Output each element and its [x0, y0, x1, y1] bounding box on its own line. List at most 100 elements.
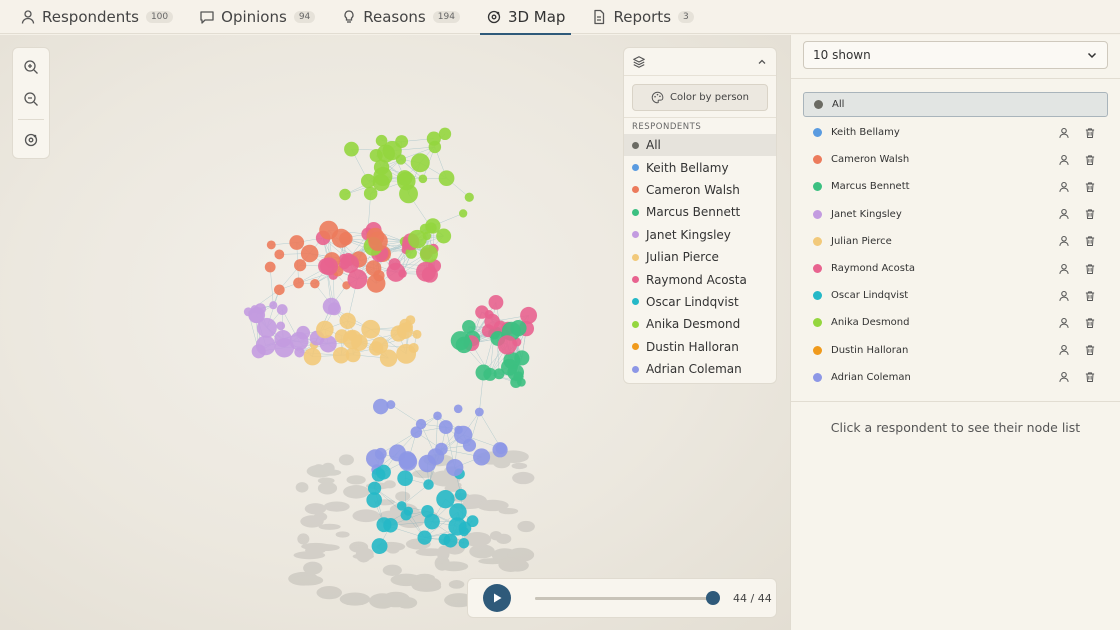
layer-panel-header[interactable]	[624, 48, 776, 76]
graph-node[interactable]	[453, 404, 463, 414]
graph-node[interactable]	[458, 537, 470, 549]
trash-icon[interactable]	[1082, 179, 1098, 195]
graph-node[interactable]	[316, 320, 334, 339]
reset-view-button[interactable]	[17, 126, 45, 153]
layer-item[interactable]: Raymond Acosta	[624, 268, 776, 290]
graph-node[interactable]	[373, 166, 393, 187]
play-button[interactable]	[483, 584, 511, 612]
graph-node[interactable]	[399, 184, 418, 204]
graph-node[interactable]	[412, 329, 422, 339]
layer-item[interactable]: Cameron Walsh	[624, 179, 776, 201]
trash-icon[interactable]	[1082, 152, 1098, 168]
person-icon[interactable]	[1056, 125, 1072, 141]
graph-node[interactable]	[503, 351, 521, 370]
graph-node[interactable]	[339, 188, 351, 201]
graph-node[interactable]	[371, 538, 388, 555]
layer-item[interactable]: Oscar Lindqvist	[624, 291, 776, 313]
graph-node[interactable]	[423, 479, 434, 490]
graph-node[interactable]	[320, 257, 338, 276]
layer-item[interactable]: Dustin Halloran	[624, 336, 776, 358]
graph-node[interactable]	[274, 284, 285, 296]
graph-node[interactable]	[382, 141, 402, 161]
graph-node[interactable]	[410, 426, 423, 438]
graph-node[interactable]	[300, 244, 319, 263]
graph-node[interactable]	[386, 262, 406, 282]
trash-icon[interactable]	[1082, 288, 1098, 304]
graph-node[interactable]	[256, 317, 277, 338]
person-icon[interactable]	[1056, 206, 1072, 222]
graph-node[interactable]	[475, 364, 492, 381]
graph-node[interactable]	[366, 274, 386, 293]
graph-node[interactable]	[453, 425, 473, 445]
trash-icon[interactable]	[1082, 125, 1098, 141]
graph-node[interactable]	[492, 442, 508, 458]
tab-reports[interactable]: Reports 3	[585, 0, 699, 34]
graph-node[interactable]	[438, 170, 455, 187]
graph-node[interactable]	[484, 313, 500, 330]
zoom-in-button[interactable]	[17, 54, 45, 81]
graph-node[interactable]	[464, 192, 474, 202]
graph-node[interactable]	[448, 517, 467, 536]
graph-node[interactable]	[455, 488, 467, 501]
trash-icon[interactable]	[1082, 369, 1098, 385]
layer-item[interactable]: Janet Kingsley	[624, 224, 776, 246]
graph-node[interactable]	[436, 490, 455, 509]
trash-icon[interactable]	[1082, 261, 1098, 277]
graph-node[interactable]	[488, 294, 504, 310]
graph-node[interactable]	[365, 449, 385, 468]
graph-node[interactable]	[274, 249, 285, 260]
person-icon[interactable]	[1056, 233, 1072, 249]
tab-opinions[interactable]: Opinions 94	[193, 0, 321, 34]
person-icon[interactable]	[1056, 261, 1072, 277]
respondent-row[interactable]: Anika Desmond	[803, 309, 1108, 336]
graph-node[interactable]	[289, 235, 305, 250]
graph-node[interactable]	[342, 329, 363, 350]
graph-node[interactable]	[410, 153, 430, 173]
graph-node[interactable]	[474, 407, 484, 417]
respondent-row[interactable]: Raymond Acosta	[803, 255, 1108, 282]
tab-reasons[interactable]: Reasons 194	[335, 0, 466, 34]
graph-node[interactable]	[274, 337, 295, 358]
layer-item[interactable]: Marcus Bennett	[624, 201, 776, 223]
graph-node[interactable]	[520, 306, 538, 324]
graph-node[interactable]	[269, 301, 278, 310]
trash-icon[interactable]	[1082, 342, 1098, 358]
respondent-filter-select[interactable]: 10 shown	[803, 41, 1108, 69]
graph-node[interactable]	[426, 131, 441, 146]
respondent-row[interactable]: Janet Kingsley	[803, 201, 1108, 228]
graph-node[interactable]	[419, 244, 438, 263]
color-by-person-button[interactable]: Color by person	[632, 84, 768, 111]
layer-item[interactable]: Adrian Coleman	[624, 358, 776, 380]
graph-node[interactable]	[372, 398, 389, 415]
graph-node[interactable]	[450, 331, 471, 351]
graph-node[interactable]	[418, 454, 437, 473]
graph-node[interactable]	[473, 448, 491, 466]
respondent-row-all[interactable]: All	[803, 92, 1108, 117]
graph-node[interactable]	[264, 261, 276, 273]
graph-node[interactable]	[396, 322, 413, 339]
person-icon[interactable]	[1056, 342, 1072, 358]
graph-node[interactable]	[344, 141, 359, 157]
person-icon[interactable]	[1056, 369, 1072, 385]
graph-node[interactable]	[310, 278, 320, 289]
graph-node[interactable]	[255, 335, 276, 356]
graph-node[interactable]	[368, 231, 388, 252]
graph-node[interactable]	[438, 420, 453, 435]
layer-item[interactable]: Julian Pierce	[624, 246, 776, 268]
graph-node[interactable]	[331, 228, 351, 248]
graph-node[interactable]	[396, 501, 407, 511]
timeline-slider[interactable]	[535, 590, 720, 605]
graph-node[interactable]	[424, 513, 440, 530]
layer-item[interactable]: Keith Bellamy	[624, 156, 776, 178]
graph-node[interactable]	[458, 209, 468, 218]
respondent-row[interactable]: Oscar Lindqvist	[803, 282, 1108, 309]
layer-item-all[interactable]: All	[624, 134, 776, 157]
graph-node[interactable]	[332, 347, 350, 364]
graph-node[interactable]	[416, 261, 436, 282]
respondent-row[interactable]: Keith Bellamy	[803, 119, 1108, 146]
tab-respondents[interactable]: Respondents 100	[14, 0, 179, 34]
graph-node[interactable]	[443, 533, 458, 548]
person-icon[interactable]	[1056, 179, 1072, 195]
graph-node[interactable]	[266, 240, 276, 250]
person-icon[interactable]	[1056, 315, 1072, 331]
